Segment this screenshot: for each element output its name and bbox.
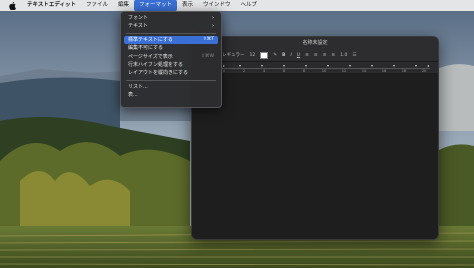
align-right-icon[interactable]: ≡ [323, 53, 327, 58]
menu-item-text-label: テキスト [128, 23, 148, 30]
menu-item-vertical-layout-label: レイアウトを縦向きにする [128, 70, 189, 77]
menu-item-allow-hyphenation-label: 行末ハイフン処理をする [128, 61, 184, 68]
tab-stop-icon[interactable]: ▾ [239, 63, 241, 68]
font-style-select[interactable]: レギュラー [222, 52, 245, 58]
align-center-icon[interactable]: ≡ [314, 53, 318, 58]
menu-edit[interactable]: 編集 [113, 0, 134, 11]
tab-stop-icon[interactable]: ▾ [349, 63, 351, 68]
tab-stop-icon[interactable]: ▾ [327, 63, 329, 68]
menu-help[interactable]: ヘルプ [236, 0, 263, 11]
right-margin-icon[interactable]: ◂ [427, 63, 429, 68]
document-window: 名称未設定 レギュラー 12 ✎ B I U ≡ ≡ ≡ ≡ 1.0 ☰ ▸ ▾… [191, 36, 439, 240]
menu-view[interactable]: 表示 [177, 0, 198, 11]
menu-item-wrap-to-page[interactable]: ページサイズで表示 ⇧⌘W [124, 53, 218, 61]
format-toolbar: レギュラー 12 ✎ B I U ≡ ≡ ≡ ≡ 1.0 ☰ [192, 49, 438, 62]
list-bullets-icon[interactable]: ☰ [352, 53, 356, 58]
menu-item-table-label: 表... [128, 92, 138, 99]
menu-app-name[interactable]: テキストエディット [22, 0, 81, 11]
tab-stop-icon[interactable]: ▾ [261, 63, 263, 68]
highlight-pen-icon[interactable]: ✎ [273, 53, 277, 58]
menu-item-allow-hyphenation[interactable]: 行末ハイフン処理をする [124, 61, 218, 69]
menu-window[interactable]: ウインドウ [198, 0, 236, 11]
menu-bar: テキストエディット ファイル 編集 フォーマット 表示 ウインドウ ヘルプ [0, 0, 474, 11]
submenu-arrow-icon: › [212, 23, 214, 30]
tab-stop-icon[interactable]: ▸ [223, 63, 225, 68]
line-spacing-select[interactable]: 1.0 [340, 53, 347, 58]
menu-item-font[interactable]: フォント › [124, 14, 218, 22]
justify-icon[interactable]: ≡ [331, 53, 335, 58]
apple-icon[interactable] [8, 1, 16, 10]
window-title[interactable]: 名称未設定 [192, 37, 438, 49]
text-color-swatch[interactable] [260, 51, 269, 59]
tab-stop-icon[interactable]: ▾ [305, 63, 307, 68]
menu-item-list-label: リスト... [128, 83, 148, 90]
menu-item-list[interactable]: リスト... [124, 83, 218, 91]
menu-item-make-plain-text-label: 標準テキストにする [128, 36, 173, 43]
menu-separator [126, 32, 216, 34]
format-menu-dropdown: フォント › テキスト › 標準テキストにする ⇧⌘T 編集不可にする ページサ… [120, 11, 222, 108]
tab-stop-icon[interactable]: ▾ [371, 63, 373, 68]
menu-separator [126, 79, 216, 81]
menu-format[interactable]: フォーマット [133, 0, 177, 11]
menu-item-vertical-layout[interactable]: レイアウトを縦向きにする [124, 69, 218, 77]
menu-item-shortcut: ⇧⌘W [201, 53, 214, 59]
menu-item-prevent-editing[interactable]: 編集不可にする [124, 44, 218, 52]
document-text-area[interactable] [192, 73, 438, 239]
menu-item-shortcut: ⇧⌘T [202, 36, 214, 42]
menu-file[interactable]: ファイル [81, 0, 113, 11]
underline-button[interactable]: U [297, 53, 300, 58]
menu-item-table[interactable]: 表... [124, 91, 218, 99]
submenu-arrow-icon: › [212, 15, 214, 21]
bold-button[interactable]: B [282, 53, 285, 58]
menu-item-prevent-editing-label: 編集不可にする [128, 45, 164, 52]
font-size-field[interactable]: 12 [250, 53, 256, 58]
menu-item-text[interactable]: テキスト › [124, 22, 218, 30]
align-left-icon[interactable]: ≡ [305, 53, 309, 58]
menu-item-wrap-to-page-label: ページサイズで表示 [128, 53, 173, 60]
tab-stop-icon[interactable]: ▾ [415, 63, 417, 68]
tab-stop-icon[interactable]: ▾ [393, 63, 395, 68]
menu-item-make-plain-text[interactable]: 標準テキストにする ⇧⌘T [124, 35, 218, 45]
italic-button[interactable]: I [290, 53, 291, 58]
menu-item-font-label: フォント [128, 15, 149, 21]
tab-stop-icon[interactable]: ▾ [283, 63, 285, 68]
